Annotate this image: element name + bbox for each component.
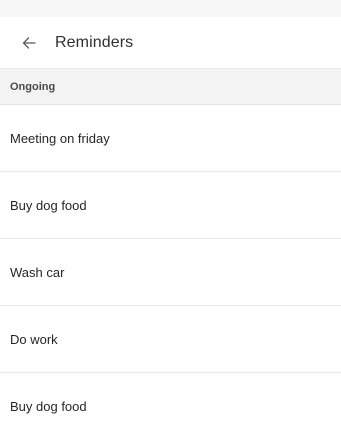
status-bar xyxy=(0,0,341,17)
reminders-list: Meeting on friday Buy dog food Wash car … xyxy=(0,105,341,432)
reminder-label: Meeting on friday xyxy=(10,130,110,146)
reminder-label: Wash car xyxy=(10,264,65,280)
list-item[interactable]: Wash car xyxy=(0,239,341,306)
list-item[interactable]: Buy dog food xyxy=(0,373,341,432)
section-header-ongoing: Ongoing xyxy=(0,69,341,105)
app-header: Reminders xyxy=(0,17,341,69)
list-item[interactable]: Buy dog food xyxy=(0,172,341,239)
page-title: Reminders xyxy=(55,33,134,51)
reminder-label: Buy dog food xyxy=(10,197,87,213)
section-label: Ongoing xyxy=(10,80,56,93)
reminder-label: Do work xyxy=(10,331,58,347)
back-button[interactable] xyxy=(17,31,41,55)
arrow-back-icon xyxy=(22,36,36,49)
list-item[interactable]: Do work xyxy=(0,306,341,373)
list-item[interactable]: Meeting on friday xyxy=(0,105,341,172)
reminder-label: Buy dog food xyxy=(10,399,87,414)
reminders-screen: Reminders Ongoing Meeting on friday Buy … xyxy=(0,0,341,432)
